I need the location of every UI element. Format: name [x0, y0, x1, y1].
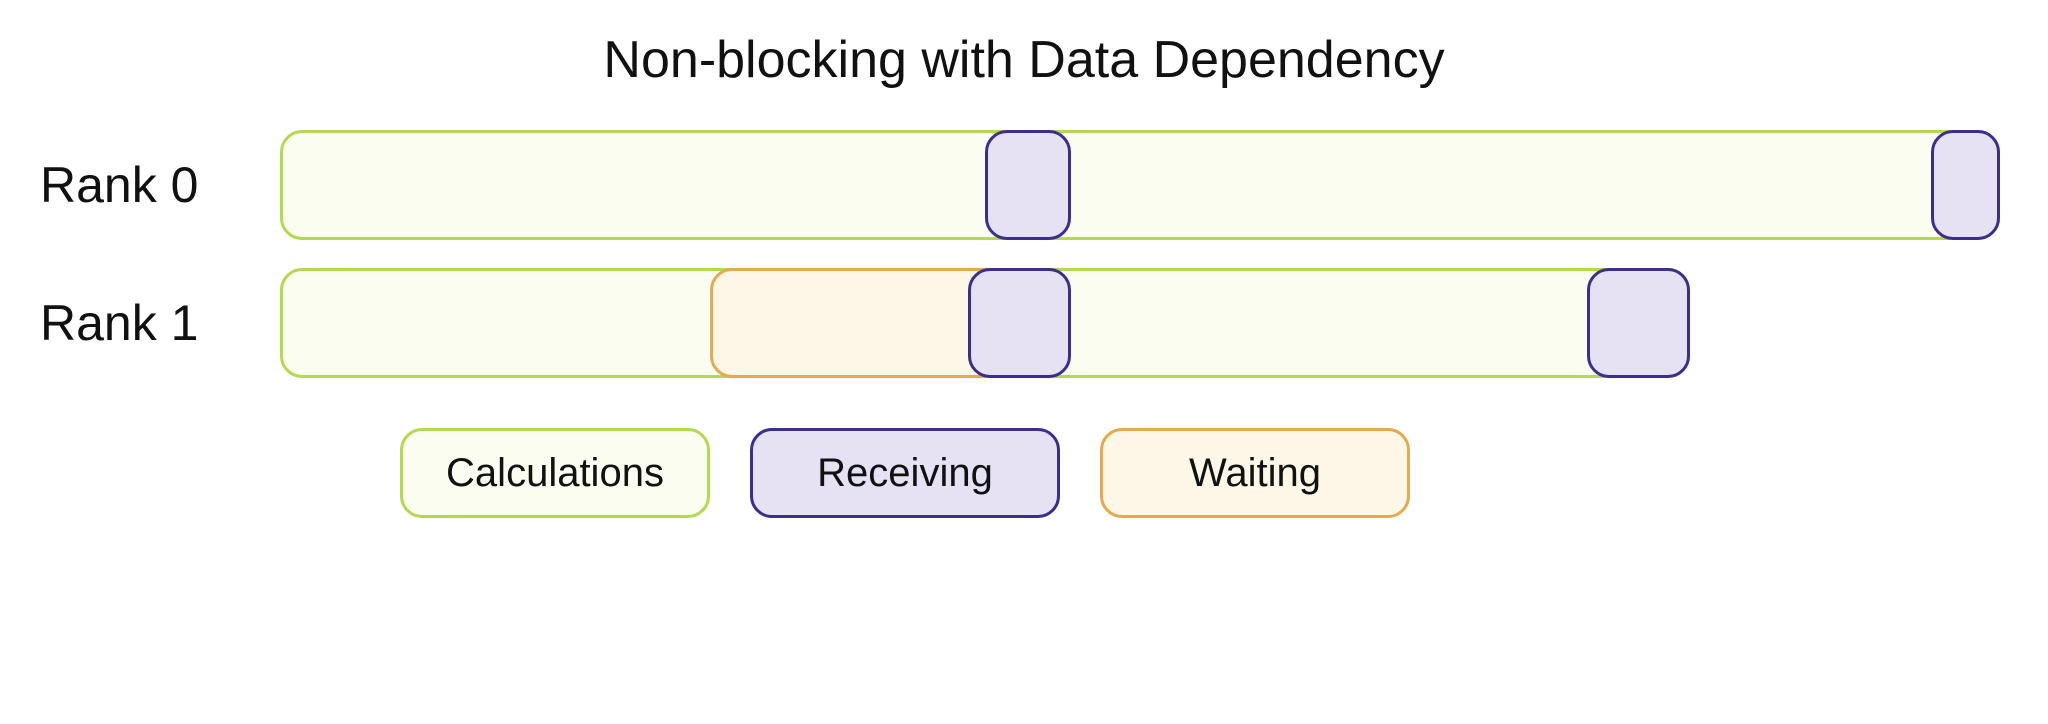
segment-recv	[1931, 130, 2000, 240]
legend-calculations: Calculations	[400, 428, 710, 518]
chart-title: Non-blocking with Data Dependency	[40, 30, 2008, 90]
row-label: Rank 1	[40, 294, 280, 352]
row-label: Rank 0	[40, 156, 280, 214]
segment-recv	[968, 268, 1071, 378]
legend-receiving: Receiving	[750, 428, 1060, 518]
row-track	[280, 130, 2000, 240]
legend-waiting: Waiting	[1100, 428, 1410, 518]
segment-wait	[710, 268, 1002, 378]
segment-recv	[985, 130, 1071, 240]
segment-calc	[280, 130, 2000, 240]
timeline-row: Rank 0	[40, 130, 2000, 240]
row-track	[280, 268, 2000, 378]
timeline-rows: Rank 0 Rank 1	[40, 130, 2000, 378]
segment-recv	[1587, 268, 1690, 378]
legend: Calculations Receiving Waiting	[400, 428, 2008, 518]
timeline-row: Rank 1	[40, 268, 2000, 378]
